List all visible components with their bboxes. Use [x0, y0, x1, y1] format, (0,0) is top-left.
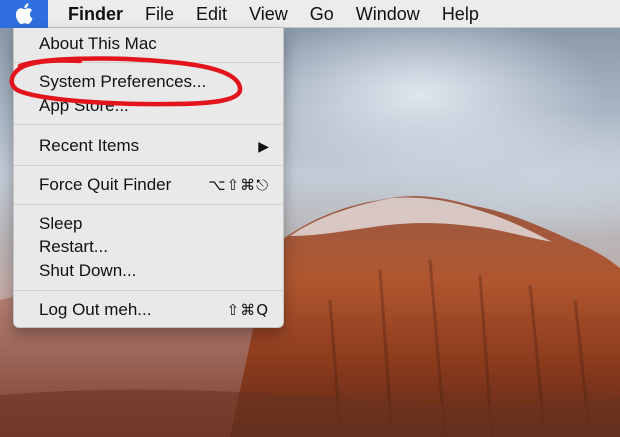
- menubar-item-file[interactable]: File: [134, 0, 185, 28]
- menu-item-shut-down[interactable]: Shut Down...: [14, 259, 283, 283]
- menu-item-label: Shut Down...: [39, 261, 137, 280]
- menu-item-about-this-mac[interactable]: About This Mac: [14, 32, 283, 56]
- apple-dropdown-menu: About This Mac System Preferences... App…: [13, 28, 284, 328]
- menu-item-app-store[interactable]: App Store...: [14, 94, 283, 118]
- menu-item-sleep[interactable]: Sleep: [14, 212, 283, 236]
- menu-item-label: About This Mac: [39, 34, 157, 53]
- menu-item-force-quit[interactable]: Force Quit Finder ⌥⇧⌘⎋: [14, 173, 283, 197]
- submenu-arrow-icon: ▶: [258, 138, 269, 154]
- menu-item-shortcut: ⌥⇧⌘⎋: [208, 176, 269, 194]
- menu-item-label: Log Out meh...: [39, 300, 152, 319]
- menu-separator: [14, 165, 283, 166]
- menubar-item-view[interactable]: View: [238, 0, 299, 28]
- menu-item-shortcut: ⇧⌘Q: [226, 301, 269, 319]
- menubar-item-window[interactable]: Window: [345, 0, 431, 28]
- menu-bar: Finder File Edit View Go Window Help: [0, 0, 620, 28]
- menu-item-label: Sleep: [39, 214, 83, 233]
- menu-separator: [14, 290, 283, 291]
- menu-item-recent-items[interactable]: Recent Items ▶: [14, 134, 283, 158]
- menu-item-label: Restart...: [39, 237, 108, 256]
- menu-separator: [14, 124, 283, 125]
- menu-item-label: App Store...: [39, 96, 129, 115]
- menu-separator: [14, 204, 283, 205]
- menu-item-label: System Preferences...: [39, 72, 207, 91]
- apple-icon: [15, 3, 33, 24]
- menubar-item-finder[interactable]: Finder: [48, 0, 134, 28]
- menu-separator: [14, 62, 283, 63]
- menu-item-system-preferences[interactable]: System Preferences...: [14, 70, 283, 94]
- menu-item-label: Recent Items: [39, 136, 140, 155]
- menubar-item-edit[interactable]: Edit: [185, 0, 238, 28]
- menu-item-label: Force Quit Finder: [39, 175, 172, 194]
- apple-menu-button[interactable]: [0, 0, 48, 28]
- menu-item-restart[interactable]: Restart...: [14, 235, 283, 259]
- menu-item-log-out[interactable]: Log Out meh... ⇧⌘Q: [14, 298, 283, 322]
- menubar-item-go[interactable]: Go: [299, 0, 345, 28]
- menubar-item-help[interactable]: Help: [431, 0, 490, 28]
